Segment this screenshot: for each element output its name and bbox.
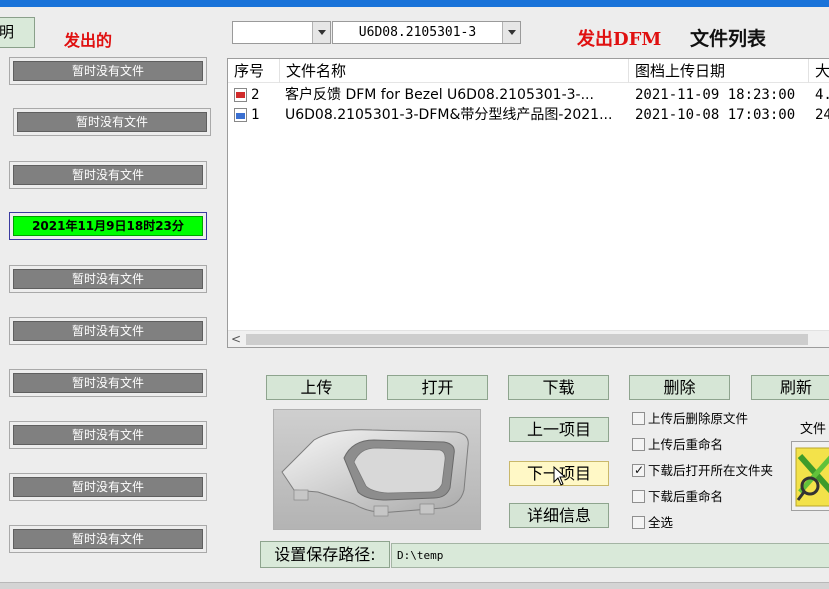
row-size: 4. — [815, 87, 829, 103]
status-button-label: 2021年11月9日18时23分 — [13, 216, 203, 236]
option-label: 上传后重命名 — [648, 437, 724, 452]
refresh-button[interactable]: 刷新 — [751, 375, 829, 400]
column-header-index[interactable]: 序号 — [228, 59, 280, 83]
table-row[interactable]: 1 U6D08.2105301-3-DFM&带分型线产品图-2021... 20… — [228, 105, 829, 125]
horizontal-scrollbar[interactable]: < — [228, 330, 829, 347]
file-side-label: 文件 — [800, 422, 827, 437]
status-button-active[interactable]: 2021年11月9日18时23分 — [9, 212, 207, 240]
file-list[interactable]: 序号 文件名称 图档上传日期 大 2 客户反馈 DFM for Bezel U6… — [227, 58, 829, 348]
status-button[interactable]: 暂时没有文件 — [9, 265, 207, 293]
status-button[interactable]: 暂时没有文件 — [9, 473, 207, 501]
status-button-label: 暂时没有文件 — [13, 321, 203, 341]
scroll-left-icon[interactable]: < — [231, 333, 241, 346]
option-select-all[interactable]: 全选 — [632, 515, 673, 533]
window-bottom-bar — [0, 582, 829, 589]
status-button-label: 暂时没有文件 — [13, 373, 203, 393]
row-index: 1 — [251, 107, 260, 123]
option-rename-after-upload[interactable]: 上传后重命名 — [632, 437, 723, 455]
description-button[interactable]: 明 — [0, 17, 35, 48]
status-button-label: 暂时没有文件 — [13, 269, 203, 289]
status-button[interactable]: 暂时没有文件 — [9, 421, 207, 449]
checkbox[interactable] — [632, 516, 645, 529]
status-button[interactable]: 暂时没有文件 — [9, 369, 207, 397]
checkbox[interactable] — [632, 412, 645, 425]
status-button-label: 暂时没有文件 — [13, 477, 203, 497]
dropdown-arrow-icon[interactable] — [502, 22, 520, 43]
window-top-bar — [0, 0, 829, 7]
status-button-label: 暂时没有文件 — [13, 61, 203, 81]
checkbox-checked[interactable] — [632, 462, 645, 478]
row-upload-date: 2021-11-09 18:23:00 — [635, 87, 796, 103]
option-open-folder-after-download[interactable]: 下载后打开所在文件夹 — [632, 462, 774, 481]
status-button[interactable]: 暂时没有文件 — [9, 161, 207, 189]
project-number-value: U6D08.2105301-3 — [358, 25, 477, 40]
previous-item-button[interactable]: 上一项目 — [509, 417, 609, 442]
option-label: 下载后打开所在文件夹 — [648, 463, 774, 478]
column-header-date[interactable]: 图档上传日期 — [629, 59, 809, 83]
option-delete-after-upload[interactable]: 上传后删除原文件 — [632, 411, 748, 429]
folder-search-icon[interactable] — [791, 441, 829, 511]
row-size: 24 — [815, 107, 829, 123]
sent-label: 发出的 — [64, 31, 113, 50]
scrollbar-thumb[interactable] — [246, 334, 808, 345]
status-button-label: 暂时没有文件 — [17, 112, 207, 132]
delete-button[interactable]: 删除 — [629, 375, 730, 400]
magnifier-icon — [795, 447, 829, 507]
option-label: 上传后删除原文件 — [648, 411, 749, 426]
save-path-label: 设置保存路径: — [260, 541, 390, 568]
column-header-size[interactable]: 大 — [809, 59, 829, 83]
status-button-label: 暂时没有文件 — [13, 425, 203, 445]
option-label: 下载后重命名 — [648, 489, 724, 504]
checkbox[interactable] — [632, 438, 645, 451]
column-header-name[interactable]: 文件名称 — [280, 59, 629, 83]
download-button[interactable]: 下载 — [508, 375, 609, 400]
bezel-part-icon — [274, 410, 480, 529]
row-file-name: 客户反馈 DFM for Bezel U6D08.2105301-3-... — [285, 87, 594, 103]
option-rename-after-download[interactable]: 下载后重命名 — [632, 489, 723, 507]
dropdown-arrow-icon[interactable] — [312, 22, 330, 43]
table-row[interactable]: 2 客户反馈 DFM for Bezel U6D08.2105301-3-...… — [228, 85, 829, 105]
status-button[interactable]: 暂时没有文件 — [9, 525, 207, 553]
details-button[interactable]: 详细信息 — [509, 503, 609, 528]
save-path-field[interactable]: D:\temp — [391, 543, 829, 568]
checkbox[interactable] — [632, 490, 645, 503]
file-list-header: 序号 文件名称 图档上传日期 大 — [228, 59, 829, 83]
project-prefix-select[interactable] — [232, 21, 331, 44]
image-file-icon — [234, 108, 247, 122]
project-number-select[interactable]: U6D08.2105301-3 — [332, 21, 521, 44]
part-preview-image — [273, 409, 481, 530]
option-label: 全选 — [648, 515, 674, 530]
status-button-label: 暂时没有文件 — [13, 529, 203, 549]
status-button[interactable]: 暂时没有文件 — [13, 108, 211, 136]
row-file-name: U6D08.2105301-3-DFM&带分型线产品图-2021... — [285, 107, 613, 123]
status-button-label: 暂时没有文件 — [13, 165, 203, 185]
file-list-title: 文件列表 — [690, 28, 767, 50]
pdf-file-icon — [234, 88, 247, 102]
sent-dfm-label: 发出DFM — [577, 29, 662, 50]
project-prefix-value — [233, 22, 312, 43]
row-index: 2 — [251, 87, 260, 103]
status-button[interactable]: 暂时没有文件 — [9, 317, 207, 345]
upload-button[interactable]: 上传 — [266, 375, 367, 400]
open-button[interactable]: 打开 — [387, 375, 488, 400]
row-upload-date: 2021-10-08 17:03:00 — [635, 107, 796, 123]
status-button[interactable]: 暂时没有文件 — [9, 57, 207, 85]
mouse-cursor-icon — [553, 466, 567, 486]
